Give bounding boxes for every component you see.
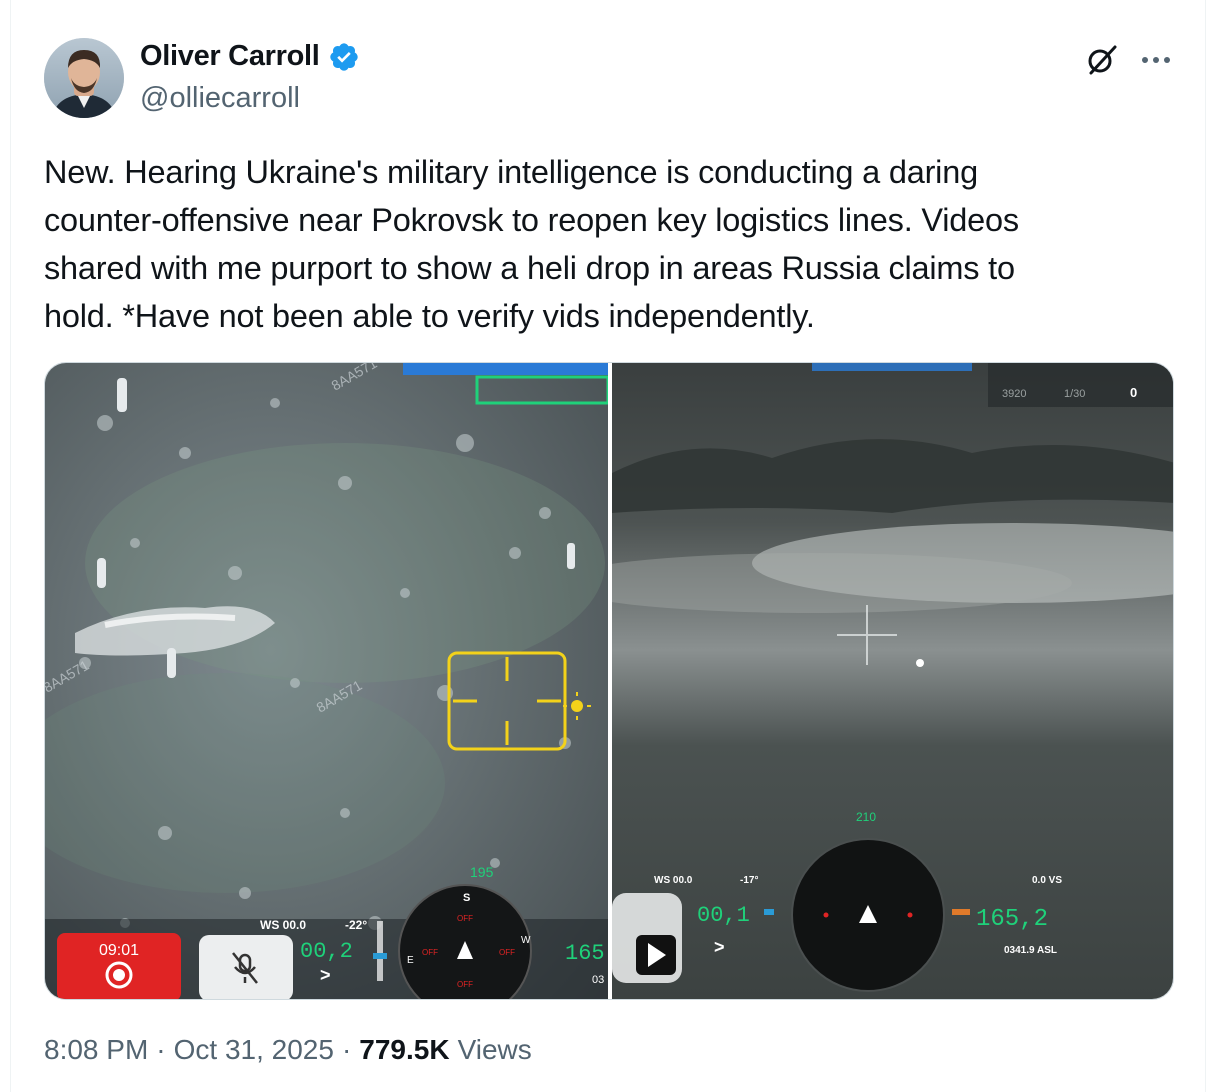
hud-temperature: -17° [740, 875, 758, 886]
hud-speed: 00,2 [300, 939, 353, 964]
hud-nav-arrow: > [320, 965, 331, 985]
hud-heading: 210 [856, 810, 876, 824]
verified-badge-icon[interactable] [328, 41, 360, 73]
hud-wind-speed: WS 00.0 [260, 918, 306, 932]
play-button[interactable] [612, 893, 682, 983]
hud-nav-arrow: > [714, 937, 725, 957]
hud-wind-speed: WS 00.0 [654, 875, 693, 886]
author-avatar[interactable] [44, 38, 124, 118]
hud-vertical-speed: 0.0 VS [1032, 875, 1062, 886]
tweet-text-line: counter-offensive near Pokrovsk to reope… [44, 202, 1019, 238]
hud-speed: 00,1 [697, 903, 750, 928]
compass-west: W [521, 935, 531, 946]
compass-off-label: OFF [457, 980, 473, 989]
hud-altitude-sub: 03 [592, 974, 604, 986]
author-display-name[interactable]: Oliver Carroll [140, 40, 320, 73]
drone-footage-left: 8AA571 8AA571 8AA571 09:01 WS 00.0 -22° … [45, 363, 608, 1000]
author-name-row: Oliver Carroll [140, 40, 360, 73]
hud-top-a: 3920 [1002, 388, 1026, 400]
author-handle[interactable]: @olliecarroll [140, 82, 300, 115]
grok-button[interactable] [1080, 38, 1124, 82]
more-options-icon [1142, 57, 1170, 63]
drone-footage-right: 3920 1/30 0 210 WS 00.0 -17° 00,1 > 0.0 … [612, 363, 1173, 999]
tweet-text-line: shared with me purport to show a heli dr… [44, 250, 1015, 286]
tweet-text-line: hold. *Have not been able to verify vids… [44, 298, 815, 334]
media-right-video[interactable]: 3920 1/30 0 210 WS 00.0 -17° 00,1 > 0.0 … [612, 363, 1173, 999]
hud-heading: 195 [470, 864, 494, 880]
record-button[interactable]: 09:01 [57, 933, 181, 1000]
record-timer: 09:01 [99, 942, 139, 959]
hud-top-c: 0 [1130, 385, 1137, 400]
microphone-off-button[interactable] [199, 935, 293, 1000]
hud-top-b: 1/30 [1064, 388, 1085, 400]
tweet-time[interactable]: 8:08 PM [44, 1034, 148, 1066]
avatar-image [44, 38, 124, 118]
footer-separator: · [341, 1034, 352, 1065]
compass-off-label: OFF [499, 948, 515, 957]
media-grid: 8AA571 8AA571 8AA571 09:01 WS 00.0 -22° … [44, 362, 1174, 1000]
hud-temperature: -22° [345, 918, 367, 932]
media-left-video[interactable]: 8AA571 8AA571 8AA571 09:01 WS 00.0 -22° … [45, 363, 608, 1000]
compass-east: E [407, 955, 414, 966]
more-options-button[interactable] [1134, 38, 1178, 82]
compass-south: S [463, 892, 470, 904]
views-count[interactable]: 779.5K [359, 1034, 449, 1066]
compass-off-label: OFF [422, 948, 438, 957]
tweet-text-line: New. Hearing Ukraine's military intellig… [44, 154, 978, 190]
compass-off-label: OFF [457, 914, 473, 923]
footer-separator: · [156, 1034, 166, 1065]
tweet-date[interactable]: Oct 31, 2025 [174, 1034, 334, 1066]
hud-asl: 0341.9 ASL [1004, 945, 1057, 956]
grok-icon [1088, 45, 1117, 75]
tweet-text: New. Hearing Ukraine's military intellig… [44, 148, 1174, 340]
hud-altitude: 165 [565, 941, 605, 966]
tweet-footer: 8:08 PM · Oct 31, 2025 · 779.5K Views [44, 1034, 532, 1066]
compass-indicator [791, 838, 945, 992]
hud-altitude: 165,2 [976, 906, 1048, 933]
views-label: Views [457, 1034, 532, 1065]
